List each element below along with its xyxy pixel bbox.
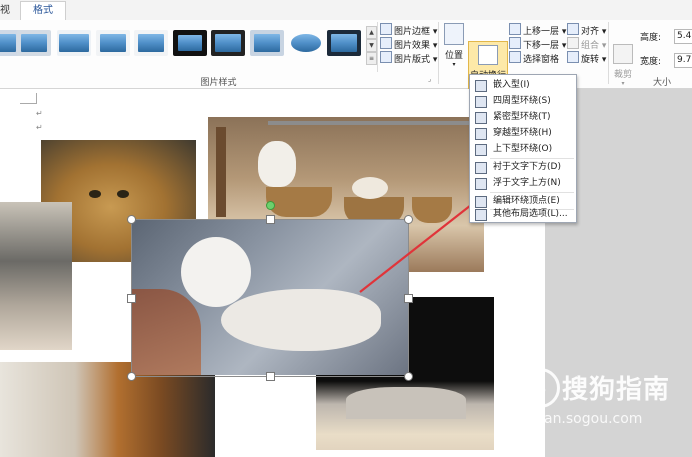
menu-item-inline[interactable]: 嵌入型(I) [470, 77, 576, 93]
menu-item-tight[interactable]: 紧密型环绕(T) [470, 109, 576, 125]
menu-item-label: 衬于文字下方(D) [493, 162, 561, 172]
menu-item-top-bottom[interactable]: 上下型环绕(O) [470, 141, 576, 157]
menu-item-behind-text[interactable]: 衬于文字下方(D) [470, 159, 576, 175]
menu-item-through[interactable]: 穿越型环绕(H) [470, 125, 576, 141]
menu-item-label: 四周型环绕(S) [493, 96, 551, 106]
menu-item-in-front-of-text[interactable]: 浮于文字上方(N) [470, 175, 576, 191]
sogou-logo-icon: S [520, 368, 560, 408]
menu-item-label: 嵌入型(I) [493, 80, 530, 90]
watermark-text: 搜狗指南 [562, 375, 671, 405]
wrap-behind-icon [475, 162, 487, 174]
wrap-square-icon [475, 96, 487, 108]
wrap-through-icon [475, 128, 487, 140]
layout-options-icon [475, 209, 487, 221]
menu-item-square[interactable]: 四周型环绕(S) [470, 93, 576, 109]
menu-item-label: 浮于文字上方(N) [493, 178, 561, 188]
wrap-tight-icon [475, 112, 487, 124]
menu-item-label: 上下型环绕(O) [493, 144, 553, 154]
menu-item-label: 紧密型环绕(T) [493, 112, 551, 122]
wrap-front-icon [475, 178, 487, 190]
menu-item-label: 穿越型环绕(H) [493, 128, 552, 138]
wrap-top-bottom-icon [475, 144, 487, 156]
watermark-url: zhinan.sogou.com [515, 411, 643, 427]
menu-item-more-layout-options[interactable]: 其他布局选项(L)... [470, 206, 576, 222]
wrap-text-menu: 嵌入型(I) 四周型环绕(S) 紧密型环绕(T) 穿越型环绕(H) 上下型环绕(… [469, 74, 577, 223]
wrap-inline-icon [475, 80, 487, 92]
menu-item-label: 其他布局选项(L)... [493, 209, 568, 219]
